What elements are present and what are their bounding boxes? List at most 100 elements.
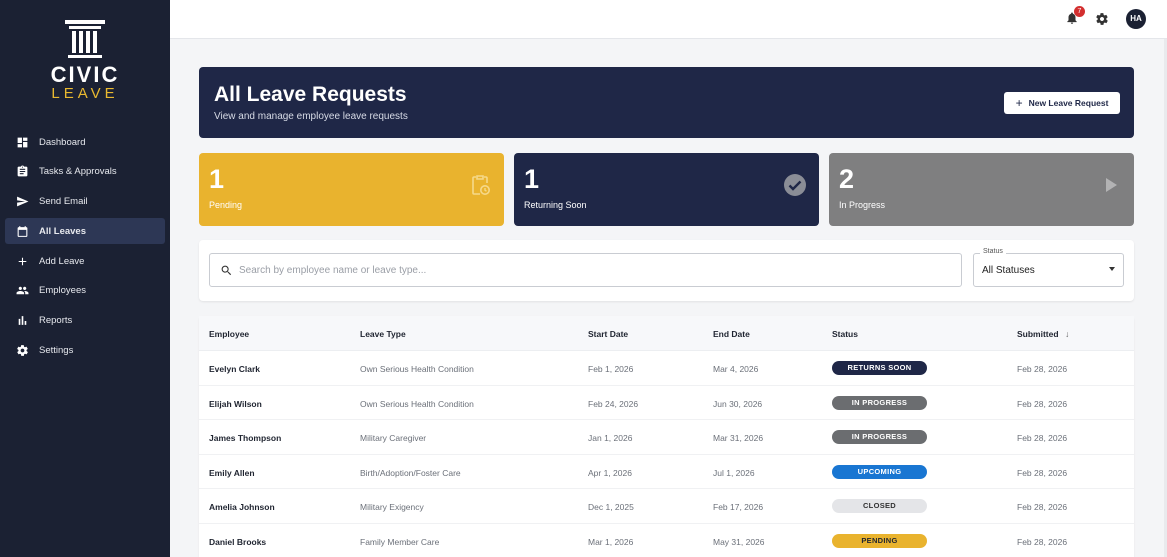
send-icon [15, 195, 29, 209]
filter-panel: Status All Statuses [199, 240, 1134, 301]
sidebar-item-all-leaves[interactable]: All Leaves [5, 218, 165, 245]
end-date-cell: Mar 4, 2026 [713, 364, 759, 374]
bar-chart-icon [15, 314, 29, 328]
page-subtitle: View and manage employee leave requests [214, 111, 408, 122]
search-box [209, 253, 962, 287]
stat-label: In Progress [839, 200, 886, 210]
stat-card-returning-soon[interactable]: 1 Returning Soon [514, 153, 819, 226]
top-bar: 7 HA [170, 0, 1167, 39]
stat-label: Pending [209, 200, 243, 210]
end-date-cell: Jul 1, 2026 [713, 467, 755, 478]
status-badge: UPCOMING [832, 464, 927, 479]
column-header-status[interactable]: Status [832, 329, 858, 339]
table-row[interactable]: Daniel Brooks Family Member Care Mar 1, 20… [199, 524, 1134, 557]
settings-gear-icon[interactable] [1095, 12, 1109, 26]
submitted-date-cell: Feb 28, 2026 [1017, 364, 1068, 374]
dashboard-icon [15, 135, 29, 149]
sidebar-item-label: Send Email [39, 196, 88, 208]
submitted-date-cell: Feb 28, 2026 [1017, 467, 1068, 478]
table-row[interactable]: Evelyn Clark Own Serious Health Condition… [199, 351, 1134, 386]
sidebar-item-send-email[interactable]: Send Email [5, 189, 165, 215]
employee-name-cell: Emily Allen [209, 467, 255, 478]
start-date-cell: Jan 1, 2026 [588, 433, 633, 444]
start-date-cell: Mar 1, 2026 [588, 537, 634, 547]
user-avatar[interactable]: HA [1126, 9, 1146, 29]
column-header-employee[interactable]: Employee [209, 329, 249, 339]
play-icon [1106, 178, 1117, 192]
plus-icon: + [1015, 96, 1023, 110]
leave-type-cell: Birth/Adoption/Foster Care [360, 467, 461, 478]
column-header-submitted-label: Submitted [1017, 329, 1059, 339]
sidebar-item-label: Add Leave [39, 255, 85, 267]
app-logo[interactable]: CIVIC LEAVE [0, 18, 170, 102]
chevron-down-icon [1109, 267, 1115, 271]
column-header-end-date[interactable]: End Date [713, 329, 750, 339]
status-badge: CLOSED [832, 499, 927, 514]
start-date-cell: Feb 1, 2026 [588, 364, 634, 374]
table-row[interactable]: Amelia Johnson Military Exigency Dec 1, 20… [199, 489, 1134, 524]
submitted-date-cell: Feb 28, 2026 [1017, 502, 1068, 513]
start-date-cell: Feb 24, 2026 [588, 398, 639, 409]
table-row[interactable]: Elijah Wilson Own Serious Health Conditio… [199, 386, 1134, 421]
employee-name-cell: Evelyn Clark [209, 364, 261, 374]
leave-type-cell: Own Serious Health Condition [360, 364, 474, 374]
stat-value: 1 [524, 164, 540, 194]
sidebar-item-settings[interactable]: Settings [5, 338, 165, 364]
employee-name-cell: Daniel Brooks [209, 537, 267, 547]
clipboard-clock-icon [472, 175, 490, 195]
sidebar-item-label: All Leaves [39, 225, 86, 237]
submitted-date-cell: Feb 28, 2026 [1017, 433, 1068, 444]
table-row[interactable]: Emily Allen Birth/Adoption/Foster Care Apr… [199, 455, 1134, 490]
pillar-logo-icon [65, 20, 105, 58]
sidebar-item-reports[interactable]: Reports [5, 308, 165, 334]
leave-requests-table: Employee Leave Type Start Date End Date … [199, 316, 1134, 557]
check-circle-icon [784, 174, 806, 196]
sort-arrow-down-icon: ↓ [1064, 329, 1070, 339]
employee-name-cell: Amelia Johnson [209, 502, 275, 513]
end-date-cell: Feb 17, 2026 [713, 502, 764, 513]
table-row[interactable]: James Thompson Military Caregiver Jan 1, 2… [199, 420, 1134, 455]
leave-type-cell: Family Member Care [360, 537, 440, 547]
logo-text-top: CIVIC [50, 62, 120, 87]
search-input[interactable] [239, 264, 939, 276]
sidebar-item-label: Dashboard [39, 136, 86, 148]
status-badge: IN PROGRESS [832, 395, 927, 410]
stat-card-pending[interactable]: 1 Pending [199, 153, 504, 226]
leave-type-cell: Own Serious Health Condition [360, 398, 474, 409]
sidebar-nav: Dashboard Tasks & Approvals Send Email A… [5, 129, 165, 367]
employee-name-cell: James Thompson [209, 433, 282, 444]
end-date-cell: Jun 30, 2026 [713, 398, 763, 409]
sidebar-item-label: Settings [39, 345, 74, 357]
sidebar-item-add-leave[interactable]: Add Leave [5, 248, 165, 274]
stat-label: Returning Soon [524, 200, 587, 210]
notification-count-badge: 7 [1074, 6, 1085, 17]
column-header-submitted[interactable]: Submitted ↓ [1017, 329, 1069, 339]
start-date-cell: Dec 1, 2025 [588, 502, 634, 513]
leave-type-cell: Military Exigency [360, 502, 424, 513]
submitted-date-cell: Feb 28, 2026 [1017, 398, 1068, 409]
sidebar-item-tasks[interactable]: Tasks & Approvals [5, 159, 165, 185]
clipboard-icon [15, 165, 29, 179]
logo-text-bottom: LEAVE [51, 85, 119, 102]
new-leave-request-label: New Leave Request [1028, 98, 1109, 108]
column-header-start-date[interactable]: Start Date [588, 329, 628, 339]
new-leave-request-button[interactable]: + New Leave Request [1004, 92, 1120, 114]
sidebar-item-dashboard[interactable]: Dashboard [5, 129, 165, 155]
people-icon [15, 284, 29, 298]
status-badge: RETURNS SOON [832, 361, 927, 375]
leave-type-cell: Military Caregiver [360, 433, 427, 444]
sidebar-item-label: Reports [39, 315, 73, 327]
status-select[interactable]: Status All Statuses [973, 248, 1124, 287]
table-header: Employee Leave Type Start Date End Date … [199, 316, 1134, 351]
status-badge: PENDING [832, 534, 927, 548]
column-header-leave-type[interactable]: Leave Type [360, 329, 406, 339]
plus-icon [15, 254, 29, 268]
sidebar-item-employees[interactable]: Employees [5, 278, 165, 304]
stat-card-in-progress[interactable]: 2 In Progress [829, 153, 1134, 226]
status-badge: IN PROGRESS [832, 430, 927, 445]
page-header-banner: All Leave Requests View and manage emplo… [199, 67, 1134, 138]
sidebar-item-label: Tasks & Approvals [39, 166, 117, 178]
submitted-date-cell: Feb 28, 2026 [1017, 537, 1068, 547]
sidebar-item-label: Employees [39, 285, 86, 297]
status-select-label: Status [980, 248, 1006, 255]
